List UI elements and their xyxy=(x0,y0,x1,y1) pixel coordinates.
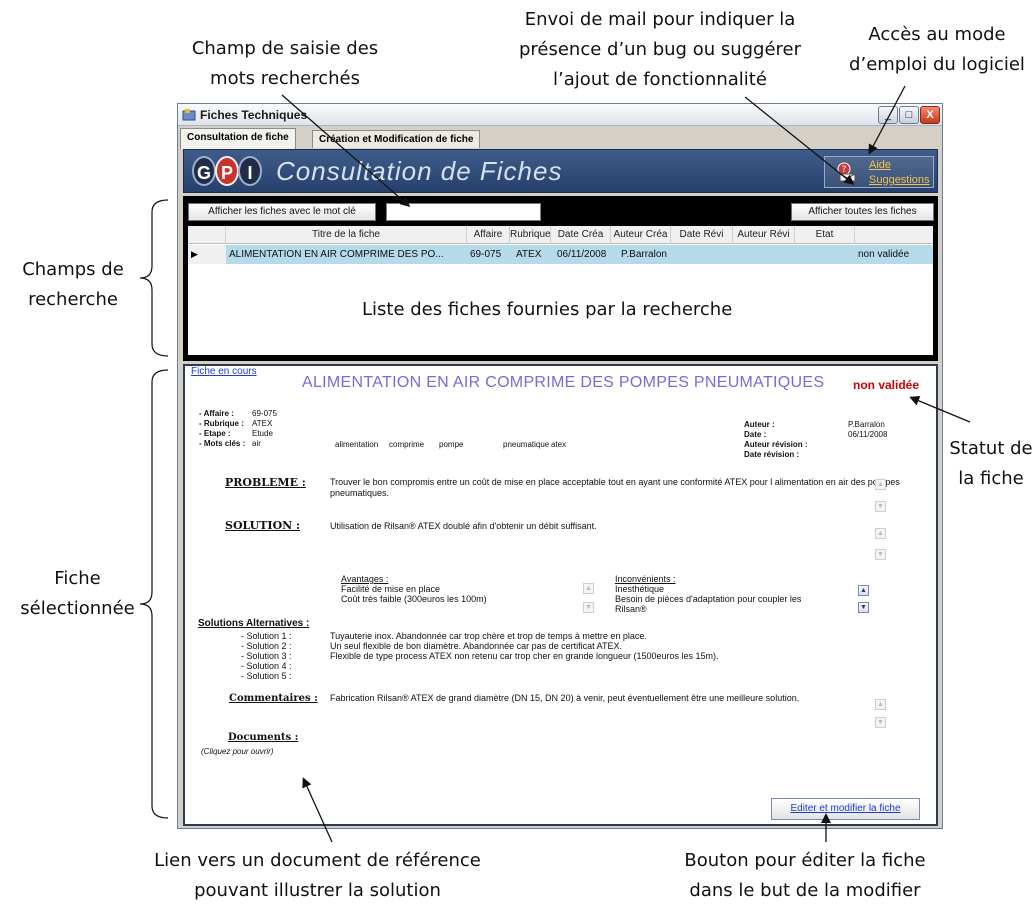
search-panel: Afficher les fiches avec le mot clé Affi… xyxy=(183,196,938,361)
meta-label: Date révision : xyxy=(744,450,800,459)
grid-corner xyxy=(188,226,226,244)
meta-value: 69-075 xyxy=(252,409,277,418)
column-header[interactable]: Rubrique xyxy=(510,226,551,244)
scroll-down-icon[interactable]: ▼ xyxy=(875,501,886,512)
commentaires-text: Fabrication Rilsan® ATEX de grand diamèt… xyxy=(330,693,800,703)
app-window: Fiches Techniques _ □ X Consultation de … xyxy=(177,103,943,829)
probleme-label: PROBLEME : xyxy=(225,476,306,489)
note-document-link: Lien vers un document de référence pouva… xyxy=(154,850,481,901)
meta-value: Etude xyxy=(252,429,273,438)
scroll-down-icon[interactable]: ▼ xyxy=(858,602,869,613)
column-header[interactable]: Titre de la fiche xyxy=(226,226,467,244)
cell-date-revision xyxy=(671,245,733,264)
cell-affaire: 69-075 xyxy=(470,249,502,260)
keyword: pneumatique xyxy=(503,440,550,449)
app-icon xyxy=(182,109,196,121)
alternative-label: - Solution 5 : xyxy=(241,671,292,681)
scroll-up-icon[interactable]: ▲ xyxy=(858,585,869,596)
help-suggestions-box: ? Aide Suggestions xyxy=(824,156,934,188)
suggestions-link[interactable]: Suggestions xyxy=(869,174,930,186)
meta-label: - Etape : xyxy=(199,429,231,438)
help-mail-icon: ? xyxy=(837,162,856,182)
minimize-button[interactable]: _ xyxy=(878,106,898,124)
fiche-panel: Fiche en cours ALIMENTATION EN AIR COMPR… xyxy=(183,364,938,826)
solution-text: Utilisation de Rilsan® ATEX doublé afin … xyxy=(330,521,597,531)
probleme-text: Trouver le bon compromis entre un coût d… xyxy=(330,477,900,498)
cell-title: ALIMENTATION EN AIR COMPRIME DES PO... xyxy=(229,249,444,260)
column-header[interactable]: Auteur Révi xyxy=(733,226,795,244)
tab-creation-modification[interactable]: Création et Modification de fiche xyxy=(312,130,481,148)
show-all-button[interactable]: Afficher toutes les fiches xyxy=(791,203,934,221)
keyword: comprime xyxy=(389,440,425,449)
note-mail-suggestions: Envoi de mail pour indiquer la présence … xyxy=(518,9,802,90)
page-header: G P I Consultation de Fiches ? Aide Sugg… xyxy=(183,149,938,193)
commentaires-label: Commentaires : xyxy=(229,693,318,704)
avantage-item: Coût très faible (300euros les 100m) xyxy=(341,594,487,604)
inconvenient-item: Rilsan® xyxy=(615,604,647,614)
meta-value: air xyxy=(252,439,261,448)
scroll-up-icon[interactable]: ▲ xyxy=(875,699,886,710)
row-selector-icon[interactable]: ▶ xyxy=(188,245,226,264)
table-row[interactable]: ALIMENTATION EN AIR COMPRIME DES PO... 6… xyxy=(226,245,933,264)
grid-header: Titre de la fiche Affaire Rubrique Date … xyxy=(188,226,933,244)
search-keyword-button[interactable]: Afficher les fiches avec le mot clé xyxy=(188,203,376,221)
edit-fiche-button[interactable]: Editer et modifier la fiche xyxy=(771,798,920,820)
search-input[interactable] xyxy=(386,203,541,221)
scroll-up-icon[interactable]: ▲ xyxy=(875,528,886,539)
meta-value: 06/11/2008 xyxy=(848,430,888,439)
note-search-input: Champ de saisie des mots recherchés xyxy=(191,38,379,89)
grid-caption: Liste des fiches fournies par la recherc… xyxy=(362,299,733,320)
meta-label: Date : xyxy=(744,430,767,439)
note-selected-fiche: Fiche sélectionnée xyxy=(20,568,135,619)
column-header[interactable]: Date Révi xyxy=(671,226,733,244)
keyword: alimentation xyxy=(335,440,379,449)
close-button[interactable]: X xyxy=(920,106,940,124)
meta-label: Auteur révision : xyxy=(744,440,808,449)
cell-date-creation: 06/11/2008 xyxy=(557,249,607,260)
scroll-down-icon[interactable]: ▼ xyxy=(875,717,886,728)
cell-author-creation: P.Barralon xyxy=(621,249,667,260)
note-help-access: Accès au mode d’emploi du logiciel xyxy=(849,24,1025,75)
scroll-up-icon[interactable]: ▲ xyxy=(875,479,886,490)
cell-status: non validée xyxy=(858,249,910,260)
meta-label: - Affaire : xyxy=(199,409,234,418)
documents-label: Documents : xyxy=(228,732,299,743)
page-title: Consultation de Fiches xyxy=(276,156,563,186)
column-header[interactable]: Etat xyxy=(795,226,855,244)
scroll-down-icon[interactable]: ▼ xyxy=(583,602,594,613)
help-link[interactable]: Aide xyxy=(869,159,891,171)
current-fiche-link[interactable]: Fiche en cours xyxy=(191,366,257,377)
scroll-up-icon[interactable]: ▲ xyxy=(583,583,594,594)
results-grid: Titre de la fiche Affaire Rubrique Date … xyxy=(188,226,933,355)
column-header[interactable]: Auteur Créa xyxy=(611,226,671,244)
solution-label: SOLUTION : xyxy=(225,519,301,532)
gpi-logo: G P I xyxy=(192,156,264,186)
cell-rubrique: ATEX xyxy=(516,249,542,260)
meta-label: - Mots clés : xyxy=(199,439,246,448)
note-edit-button: Bouton pour éditer la fiche dans le but … xyxy=(684,850,926,901)
note-status: Statut de la fiche xyxy=(949,438,1033,489)
maximize-button[interactable]: □ xyxy=(899,106,919,124)
keyword: pompe xyxy=(439,440,464,449)
column-header[interactable]: Date Créa xyxy=(551,226,611,244)
scroll-down-icon[interactable]: ▼ xyxy=(875,549,886,560)
meta-label: - Rubrique : xyxy=(199,419,244,428)
alternatives-label: Solutions Alternatives : xyxy=(198,618,310,629)
fiche-status: non validée xyxy=(853,378,920,392)
documents-link[interactable]: (Cliquez pour ouvrir) xyxy=(201,746,273,757)
cell-author-revision xyxy=(733,245,795,264)
keyword: atex xyxy=(551,440,567,449)
meta-label: Auteur : xyxy=(744,420,775,429)
window-title: Fiches Techniques xyxy=(200,108,308,122)
column-header[interactable]: Affaire xyxy=(467,226,510,244)
meta-value: ATEX xyxy=(252,419,273,428)
brace-search xyxy=(139,199,169,357)
meta-value: P.Barralon xyxy=(848,420,885,429)
note-search-fields: Champs de recherche xyxy=(22,259,124,310)
tab-consultation[interactable]: Consultation de fiche xyxy=(180,128,296,149)
title-bar[interactable]: Fiches Techniques _ □ X xyxy=(178,104,942,126)
alternative-text: Flexible de type process ATEX non retenu… xyxy=(330,651,719,661)
fiche-title: ALIMENTATION EN AIR COMPRIME DES POMPES … xyxy=(302,374,825,391)
